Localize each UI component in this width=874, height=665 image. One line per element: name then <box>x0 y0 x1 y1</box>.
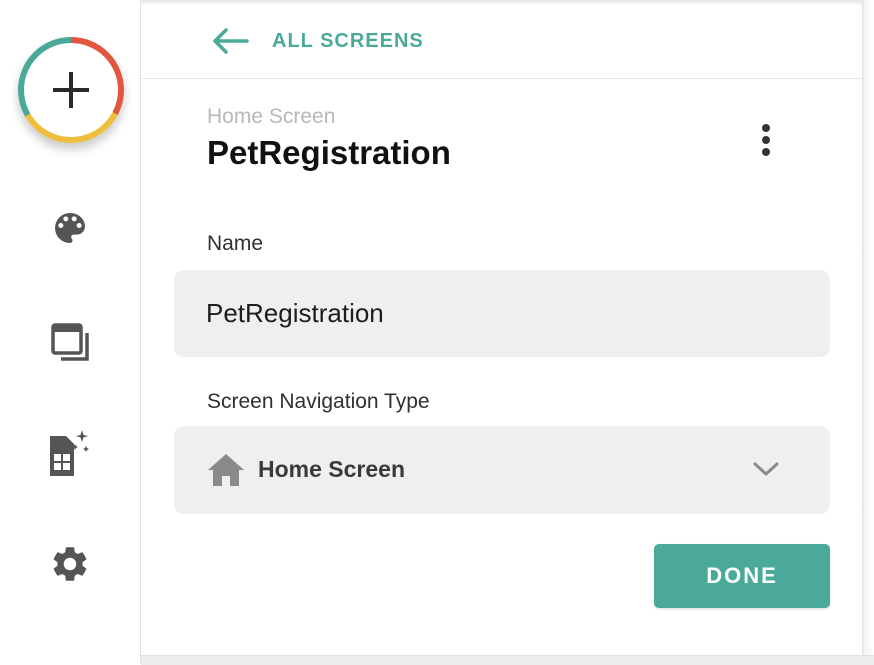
more-vert-icon-dot <box>762 124 770 132</box>
top-shadow <box>141 0 874 6</box>
more-options-button[interactable] <box>744 118 788 162</box>
data-sheet-icon <box>50 430 89 476</box>
more-vert-icon-dot <box>762 136 770 144</box>
home-icon <box>208 454 244 486</box>
done-button[interactable]: DONE <box>654 544 830 608</box>
screens-icon <box>51 323 89 361</box>
more-vert-icon-dot <box>762 148 770 156</box>
name-input[interactable] <box>174 270 830 357</box>
data-button[interactable] <box>46 430 94 478</box>
add-icon <box>53 72 89 108</box>
header-divider <box>141 78 862 79</box>
add-button-face <box>24 43 118 137</box>
theme-button[interactable] <box>46 204 94 252</box>
navigation-type-value: Home Screen <box>258 456 406 482</box>
arrow-left-icon <box>213 28 249 54</box>
navigation-type-label: Screen Navigation Type <box>207 390 430 413</box>
add-button[interactable] <box>18 37 124 143</box>
screens-button[interactable] <box>46 318 94 366</box>
chevron-down-icon <box>753 462 779 476</box>
all-screens-label: ALL SCREENS <box>272 29 424 52</box>
screen-type-label: Home Screen <box>207 105 336 128</box>
palette-icon <box>55 213 85 243</box>
gear-icon <box>53 547 87 581</box>
sidebar <box>0 0 141 664</box>
panel-right-edge <box>862 0 874 664</box>
screen-title: PetRegistration <box>207 134 451 171</box>
navigation-type-select[interactable]: Home Screen <box>174 426 830 514</box>
all-screens-link[interactable]: ALL SCREENS <box>210 24 424 58</box>
settings-button[interactable] <box>46 540 94 588</box>
name-field-label: Name <box>207 232 264 255</box>
